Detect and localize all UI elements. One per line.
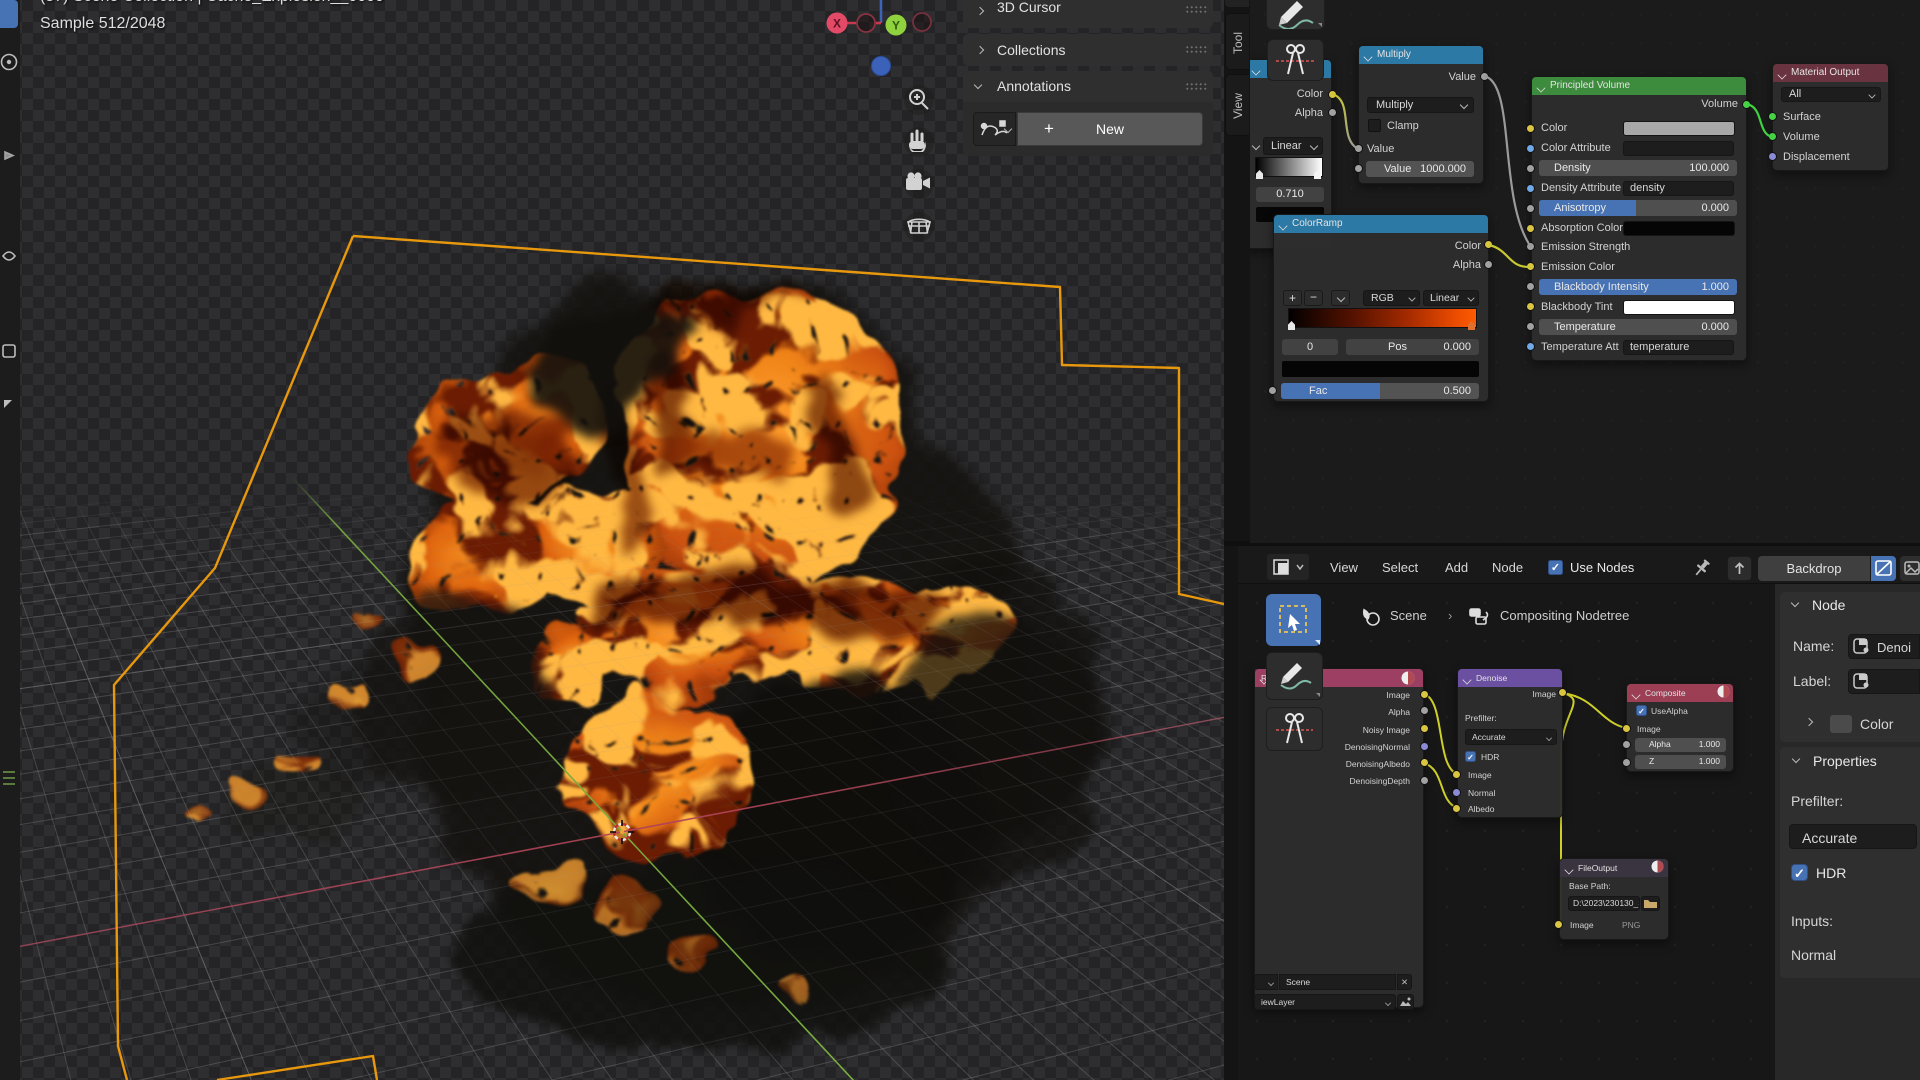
svg-text:Y: Y (892, 19, 900, 33)
svg-text:X: X (833, 17, 841, 31)
